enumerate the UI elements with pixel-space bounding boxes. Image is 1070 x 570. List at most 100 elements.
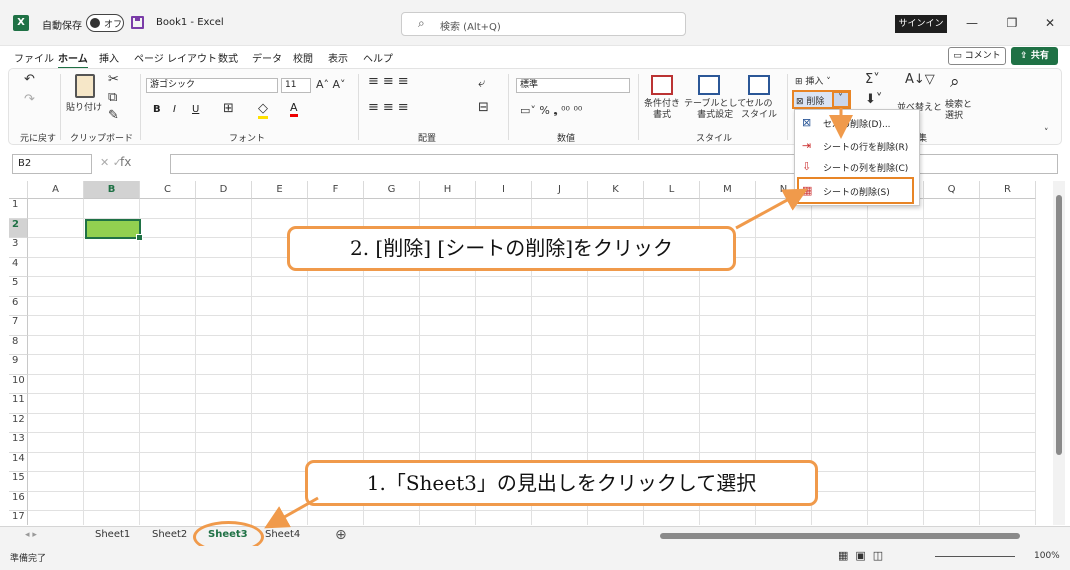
- cancel-confirm-icons[interactable]: ✕ ✓: [100, 156, 122, 169]
- wrap-text-icon[interactable]: ⤶: [478, 76, 485, 91]
- vertical-align-icons[interactable]: ≡≡≡: [368, 74, 413, 89]
- share-button[interactable]: ⇪ 共有: [1011, 47, 1058, 65]
- number-format-select[interactable]: 標準: [516, 78, 630, 93]
- row-header[interactable]: 2: [9, 218, 28, 238]
- row-header[interactable]: 6: [9, 296, 28, 316]
- underline-icon[interactable]: U: [192, 104, 199, 115]
- copy-icon[interactable]: ⧉: [108, 90, 117, 105]
- tab-file[interactable]: ファイル: [14, 50, 54, 65]
- format-painter-icon[interactable]: ✎: [108, 108, 119, 123]
- add-sheet-icon[interactable]: ⊕: [335, 527, 347, 543]
- italic-icon[interactable]: I: [173, 104, 176, 115]
- row-header[interactable]: 15: [9, 472, 28, 492]
- column-header[interactable]: F: [308, 181, 364, 199]
- select-all-corner[interactable]: [9, 181, 28, 199]
- redo-icon[interactable]: ↷: [24, 92, 35, 107]
- menu-item-delete-cells[interactable]: ⊠ セルの削除(D)...: [795, 112, 919, 133]
- zoom-slider[interactable]: [935, 556, 1015, 557]
- row-header[interactable]: 11: [9, 394, 28, 414]
- row-header[interactable]: 13: [9, 433, 28, 453]
- row-header[interactable]: 7: [9, 316, 28, 336]
- tab-home[interactable]: ホーム: [58, 50, 88, 69]
- undo-icon[interactable]: ↶: [24, 72, 35, 87]
- font-name-select[interactable]: 游ゴシック: [146, 78, 278, 93]
- column-header[interactable]: H: [420, 181, 476, 199]
- row-header[interactable]: 10: [9, 374, 28, 394]
- find-select-icon[interactable]: ⌕: [950, 72, 960, 92]
- column-header[interactable]: B: [84, 181, 140, 199]
- horizontal-align-icons[interactable]: ≡≡≡: [368, 100, 413, 115]
- horizontal-scrollbar[interactable]: [660, 533, 1020, 539]
- row-header[interactable]: 1: [9, 199, 28, 219]
- column-header[interactable]: M: [700, 181, 756, 199]
- sheet-nav-icons[interactable]: ◂ ▸: [25, 530, 37, 540]
- menu-item-delete-rows[interactable]: ⇥ シートの行を削除(R): [795, 135, 919, 156]
- number-format-icons[interactable]: ▭˅ % ❟ ⁰⁰ ⁰⁰: [520, 104, 582, 118]
- grow-font-icon[interactable]: A˄ A˅: [316, 78, 346, 91]
- row-header[interactable]: 3: [9, 238, 28, 258]
- delete-columns-icon: ⇩: [802, 160, 812, 173]
- sheet-tab-4[interactable]: Sheet4: [265, 529, 300, 540]
- insert-label: 挿入: [805, 77, 824, 87]
- cell-styles-icon[interactable]: [748, 75, 770, 95]
- row-header[interactable]: 5: [9, 277, 28, 297]
- tab-review[interactable]: 校閲: [293, 50, 313, 65]
- row-header[interactable]: 9: [9, 355, 28, 375]
- column-header[interactable]: D: [196, 181, 252, 199]
- tab-help[interactable]: ヘルプ: [363, 50, 393, 65]
- column-header[interactable]: A: [28, 181, 84, 199]
- sheet-tab-1[interactable]: Sheet1: [95, 529, 130, 540]
- view-mode-icons[interactable]: ▦ ▣ ◫: [838, 549, 883, 562]
- insert-cells-button[interactable]: ⊞ 挿入 ˅: [795, 74, 831, 87]
- conditional-format-icon[interactable]: [651, 75, 673, 95]
- format-as-table-icon[interactable]: [698, 75, 720, 95]
- tab-insert[interactable]: 挿入: [99, 50, 119, 65]
- column-header[interactable]: I: [476, 181, 532, 199]
- restore-button[interactable]: ❐: [1000, 12, 1024, 34]
- column-header[interactable]: J: [532, 181, 588, 199]
- tab-data[interactable]: データ: [252, 50, 282, 65]
- paste-icon[interactable]: [75, 74, 95, 98]
- search-box[interactable]: ⌕ 検索 (Alt+Q): [401, 12, 686, 36]
- row-header[interactable]: 4: [9, 257, 28, 277]
- font-size-select[interactable]: 11: [281, 78, 311, 93]
- tab-view[interactable]: 表示: [328, 50, 348, 65]
- row-header[interactable]: 17: [9, 511, 28, 525]
- comment-button[interactable]: ▭ コメント: [948, 47, 1006, 65]
- fill-color-icon[interactable]: ◇: [258, 101, 268, 119]
- row-header[interactable]: 14: [9, 452, 28, 472]
- signin-button[interactable]: サインイン: [895, 15, 947, 33]
- save-icon[interactable]: [131, 16, 144, 29]
- column-header[interactable]: Q: [924, 181, 980, 199]
- column-header[interactable]: G: [364, 181, 420, 199]
- column-header[interactable]: E: [252, 181, 308, 199]
- column-header[interactable]: C: [140, 181, 196, 199]
- row-header[interactable]: 8: [9, 335, 28, 355]
- name-box[interactable]: B2: [12, 154, 92, 174]
- border-icon[interactable]: ⊞: [223, 101, 234, 116]
- ribbon-collapse-icon[interactable]: ˅: [1044, 128, 1049, 138]
- tab-page-layout[interactable]: ページ レイアウト: [134, 50, 217, 65]
- scroll-thumb[interactable]: [1056, 195, 1062, 455]
- tab-formulas[interactable]: 数式: [218, 50, 238, 65]
- font-color-icon[interactable]: A: [290, 102, 298, 117]
- sort-filter-icon[interactable]: A↓▽: [905, 72, 935, 87]
- fill-icon[interactable]: ⬇˅: [865, 92, 882, 107]
- row-header[interactable]: 12: [9, 413, 28, 433]
- close-button[interactable]: ✕: [1038, 12, 1062, 34]
- formula-input[interactable]: [170, 154, 1058, 174]
- cut-icon[interactable]: ✂: [108, 72, 119, 87]
- autosave-toggle[interactable]: オフ: [86, 14, 124, 32]
- row-header[interactable]: 16: [9, 491, 28, 511]
- column-header[interactable]: R: [980, 181, 1036, 199]
- column-header[interactable]: L: [644, 181, 700, 199]
- selected-cell-b2[interactable]: [85, 219, 143, 241]
- autosum-icon[interactable]: Σ˅: [865, 72, 880, 87]
- merge-center-icon[interactable]: ⊟: [478, 100, 489, 115]
- sheet-tab-2[interactable]: Sheet2: [152, 529, 187, 540]
- bold-icon[interactable]: B: [153, 104, 161, 115]
- column-header[interactable]: K: [588, 181, 644, 199]
- minimize-button[interactable]: —: [960, 12, 984, 34]
- vertical-scrollbar[interactable]: [1053, 181, 1065, 525]
- menu-item-delete-columns[interactable]: ⇩ シートの列を削除(C): [795, 156, 919, 177]
